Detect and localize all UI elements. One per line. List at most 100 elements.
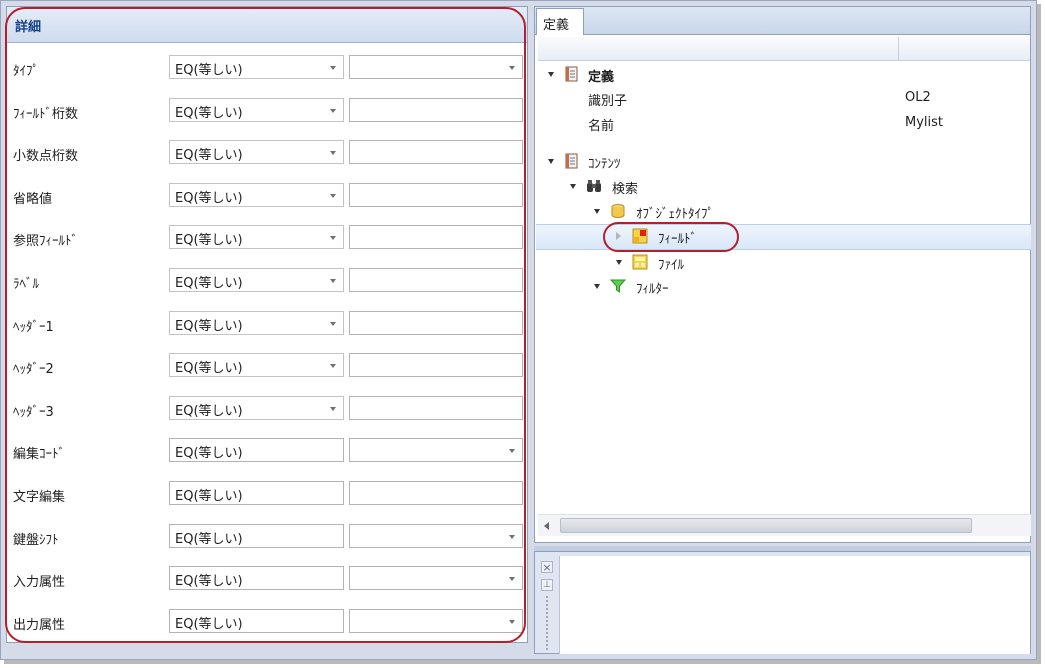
detail-row: 鍵盤ｼﾌﾄ EQ(等しい) [7,523,527,550]
value-input[interactable] [349,395,523,420]
operator-value: EQ(等しい) [175,361,243,377]
dropdown-arrow-icon[interactable] [330,193,336,198]
property-value-identifier: OL2 [905,90,931,105]
tree-node-search[interactable]: 検索 [566,176,866,198]
detail-row-label: 省略値 [13,191,53,207]
operator-value: EQ(等しい) [175,318,243,334]
detail-row-label: ﾍｯﾀﾞｰ1 [13,319,54,335]
operator-dropdown[interactable]: EQ(等しい) [169,55,344,79]
tree-node-contents[interactable]: ｺﾝﾃﾝﾂ [544,151,844,173]
detail-row-label: 小数点桁数 [13,149,79,165]
property-key-identifier: 識別子 [588,94,628,109]
tree-node-field[interactable]: ﾌｨｰﾙﾄﾞ [612,226,912,248]
tree-node-object-type[interactable]: ｵﾌﾞｼﾞｪｸﾄﾀｲﾌﾟ [590,201,890,223]
binoculars-icon [587,180,601,192]
operator-field[interactable]: EQ(等しい) [169,481,344,505]
tree-node-filter-label: ﾌｨﾙﾀｰ [636,282,669,297]
dropdown-arrow-icon[interactable] [330,151,336,156]
detail-row: ﾍｯﾀﾞｰ2 EQ(等しい) [7,353,527,379]
property-row-identifier[interactable]: 識別子 OL2 [588,88,1008,110]
collapse-arrow-icon[interactable] [616,260,622,265]
detail-row: ﾍｯﾀﾞｰ1 EQ(等しい) [7,310,527,337]
operator-field[interactable]: EQ(等しい) [169,523,344,548]
document-icon [565,153,578,169]
detail-row: ﾀｲﾌﾟ EQ(等しい) [7,55,527,81]
value-input[interactable] [349,481,523,505]
docked-pane-content [559,556,1030,654]
dropdown-arrow-icon[interactable] [330,364,336,369]
pin-icon[interactable]: ⊥ [541,579,553,591]
operator-dropdown[interactable]: EQ(等しい) [169,310,344,335]
value-dropdown[interactable] [349,566,523,591]
operator-field[interactable]: EQ(等しい) [169,608,344,633]
value-input[interactable] [349,353,523,378]
operator-dropdown[interactable]: EQ(等しい) [169,97,344,122]
tree-node-file[interactable]: ﾌｧｲﾙ [612,252,912,274]
property-row-name[interactable]: 名前 Mylist [588,113,1008,135]
property-value-name: Mylist [905,115,944,130]
collapse-arrow-icon[interactable] [570,184,576,189]
scrollbar-thumb[interactable] [560,518,972,533]
scroll-left-arrow-icon[interactable] [544,522,549,530]
operator-value: EQ(等しい) [175,531,243,547]
dropdown-arrow-icon[interactable] [330,236,336,241]
dropdown-arrow-icon[interactable] [509,577,515,582]
detail-row-label: 出力属性 [13,617,66,633]
collapse-arrow-icon[interactable] [548,72,554,77]
value-input[interactable] [349,268,523,292]
collapse-arrow-icon[interactable] [594,284,600,289]
detail-row-label: ﾀｲﾌﾟ [13,64,39,79]
horizontal-scrollbar[interactable] [538,514,1031,536]
expand-arrow-icon[interactable] [616,232,621,240]
dropdown-arrow-icon[interactable] [509,534,515,539]
document-icon [565,66,578,82]
value-input[interactable] [349,97,523,122]
operator-value: EQ(等しい) [175,403,243,419]
dropdown-arrow-icon[interactable] [509,66,515,70]
dropdown-arrow-icon[interactable] [330,66,336,70]
operator-field[interactable]: EQ(等しい) [169,438,344,463]
detail-row: ﾌｨｰﾙﾄﾞ桁数 EQ(等しい) [7,97,527,124]
tree-column-header[interactable] [538,37,1030,61]
tree-node-filter[interactable]: ﾌｨﾙﾀｰ [590,276,890,298]
dropdown-arrow-icon[interactable] [330,108,336,113]
tab-definition[interactable]: 定義 [536,8,584,35]
tree-node-file-label: ﾌｧｲﾙ [658,258,684,273]
column-separator[interactable] [898,37,899,61]
close-icon[interactable]: × [541,561,553,573]
tab-definition-label: 定義 [543,18,570,33]
collapse-arrow-icon[interactable] [594,209,600,214]
dropdown-arrow-icon[interactable] [509,619,515,624]
value-input[interactable] [349,310,523,335]
operator-dropdown[interactable]: EQ(等しい) [169,353,344,378]
tree-node-search-label: 検索 [612,182,639,197]
operator-dropdown[interactable]: EQ(等しい) [169,268,344,292]
value-input[interactable] [349,182,523,207]
tree-node-definition[interactable]: 定義 [544,64,844,86]
operator-dropdown[interactable]: EQ(等しい) [169,182,344,207]
dropdown-arrow-icon[interactable] [330,279,336,283]
operator-field[interactable]: EQ(等しい) [169,566,344,591]
tree-node-object-type-label: ｵﾌﾞｼﾞｪｸﾄﾀｲﾌﾟ [636,207,714,222]
operator-dropdown[interactable]: EQ(等しい) [169,225,344,250]
operator-dropdown[interactable]: EQ(等しい) [169,140,344,165]
tab-strip: 定義 [535,7,1030,35]
value-input[interactable] [349,140,523,165]
operator-value: EQ(等しい) [175,489,243,504]
detail-row-label: 文字編集 [13,490,66,505]
value-dropdown[interactable] [349,55,523,79]
value-input[interactable] [349,225,523,250]
dock-grip[interactable] [546,596,548,650]
operator-value: EQ(等しい) [175,276,243,291]
dropdown-arrow-icon[interactable] [330,321,336,326]
operator-dropdown[interactable]: EQ(等しい) [169,395,344,420]
dropdown-arrow-icon[interactable] [330,406,336,411]
value-dropdown[interactable] [349,608,523,633]
operator-value: EQ(等しい) [175,190,243,206]
value-dropdown[interactable] [349,523,523,548]
detail-row-label: 編集ｺｰﾄﾞ [13,447,66,463]
detail-row: 省略値 EQ(等しい) [7,182,527,209]
value-dropdown[interactable] [349,438,523,463]
collapse-arrow-icon[interactable] [548,159,554,164]
dropdown-arrow-icon[interactable] [509,449,515,454]
